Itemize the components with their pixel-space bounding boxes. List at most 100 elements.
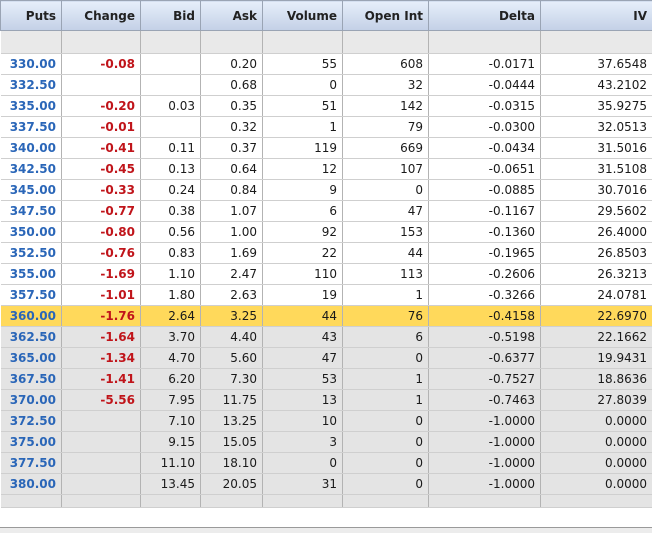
cell-ask: 1.07 <box>200 200 263 222</box>
table-row[interactable]: 355.00 -1.69 1.10 2.47 110 113 -0.2606 26.3213 <box>0 263 652 285</box>
table-row[interactable]: 352.50 -0.76 0.83 1.69 22 44 -0.1965 26.8503 <box>0 242 652 264</box>
cell-iv: 26.3213 <box>540 263 652 285</box>
horizontal-scrollbar[interactable] <box>0 527 652 533</box>
cell-change <box>61 473 141 495</box>
cell-delta: -0.5198 <box>428 326 541 348</box>
cell-delta: -0.0444 <box>428 74 541 96</box>
blank-row <box>0 30 652 54</box>
cell-open-int: 1 <box>342 389 429 411</box>
cell-delta: -0.0651 <box>428 158 541 180</box>
table-row[interactable]: 365.00 -1.34 4.70 5.60 47 0 -0.6377 19.9431 <box>0 347 652 369</box>
table-row[interactable]: 350.00 -0.80 0.56 1.00 92 153 -0.1360 26.4000 <box>0 221 652 243</box>
cell-bid: 4.70 <box>140 347 201 369</box>
cell-open-int: 1 <box>342 284 429 306</box>
table-row[interactable]: 357.50 -1.01 1.80 2.63 19 1 -0.3266 24.0781 <box>0 284 652 306</box>
cell-bid <box>140 74 201 96</box>
cell-delta: -0.1360 <box>428 221 541 243</box>
cell-ask: 0.68 <box>200 74 263 96</box>
puts-table: Puts Change Bid Ask Volume Open Int Delt… <box>0 0 652 508</box>
cell-bid: 6.20 <box>140 368 201 390</box>
column-header-ask[interactable]: Ask <box>200 0 263 31</box>
table-row[interactable]: 345.00 -0.33 0.24 0.84 9 0 -0.0885 30.7016 <box>0 179 652 201</box>
cell-delta: -0.3266 <box>428 284 541 306</box>
cell-bid: 9.15 <box>140 431 201 453</box>
table-row[interactable]: 367.50 -1.41 6.20 7.30 53 1 -0.7527 18.8636 <box>0 368 652 390</box>
cell-iv: 26.4000 <box>540 221 652 243</box>
cell-ask: 0.32 <box>200 116 263 138</box>
cell-volume: 10 <box>262 410 343 432</box>
cell-volume: 43 <box>262 326 343 348</box>
cell-change: -0.45 <box>61 158 141 180</box>
cell-delta: -0.6377 <box>428 347 541 369</box>
cell-strike: 375.00 <box>0 431 62 453</box>
cell-open-int: 107 <box>342 158 429 180</box>
table-row[interactable]: 337.50 -0.01 0.32 1 79 -0.0300 32.0513 <box>0 116 652 138</box>
table-row[interactable]: 372.50 7.10 13.25 10 0 -1.0000 0.0000 <box>0 410 652 432</box>
table-row[interactable]: 377.50 11.10 18.10 0 0 -1.0000 0.0000 <box>0 452 652 474</box>
cell-bid: 2.64 <box>140 305 201 327</box>
cell-open-int: 44 <box>342 242 429 264</box>
cell-volume: 19 <box>262 284 343 306</box>
cell-iv: 30.7016 <box>540 179 652 201</box>
cell-strike: 335.00 <box>0 95 62 117</box>
cell-open-int: 0 <box>342 347 429 369</box>
option-chain-grid: Puts Change Bid Ask Volume Open Int Delt… <box>0 0 652 533</box>
table-row[interactable]: 380.00 13.45 20.05 31 0 -1.0000 0.0000 <box>0 473 652 495</box>
table-row[interactable]: 330.00 -0.08 0.20 55 608 -0.0171 37.6548 <box>0 53 652 75</box>
cell-bid: 0.03 <box>140 95 201 117</box>
cell-delta: -1.0000 <box>428 473 541 495</box>
cell-iv: 24.0781 <box>540 284 652 306</box>
cell-bid: 3.70 <box>140 326 201 348</box>
column-header-open-int[interactable]: Open Int <box>342 0 429 31</box>
cell-bid <box>140 53 201 75</box>
cell-strike: 340.00 <box>0 137 62 159</box>
cell-change: -0.08 <box>61 53 141 75</box>
cell-volume: 47 <box>262 347 343 369</box>
table-row[interactable]: 340.00 -0.41 0.11 0.37 119 669 -0.0434 31.5016 <box>0 137 652 159</box>
table-row[interactable]: 347.50 -0.77 0.38 1.07 6 47 -0.1167 29.5602 <box>0 200 652 222</box>
cell-iv: 0.0000 <box>540 431 652 453</box>
cell-ask: 5.60 <box>200 347 263 369</box>
cell-change: -1.76 <box>61 305 141 327</box>
table-row[interactable]: 335.00 -0.20 0.03 0.35 51 142 -0.0315 35.9275 <box>0 95 652 117</box>
header-row: Puts Change Bid Ask Volume Open Int Delt… <box>0 0 652 31</box>
cell-change <box>61 74 141 96</box>
column-header-puts[interactable]: Puts <box>0 0 62 31</box>
cell-volume: 53 <box>262 368 343 390</box>
table-row-partial <box>0 494 652 508</box>
cell-volume: 13 <box>262 389 343 411</box>
cell-delta: -0.2606 <box>428 263 541 285</box>
column-header-delta[interactable]: Delta <box>428 0 541 31</box>
cell-bid: 7.10 <box>140 410 201 432</box>
cell-change: -1.01 <box>61 284 141 306</box>
table-row[interactable]: 342.50 -0.45 0.13 0.64 12 107 -0.0651 31.5108 <box>0 158 652 180</box>
cell-strike: 367.50 <box>0 368 62 390</box>
cell-strike: 347.50 <box>0 200 62 222</box>
cell-bid <box>140 116 201 138</box>
cell-open-int: 79 <box>342 116 429 138</box>
table-row[interactable]: 332.50 0.68 0 32 -0.0444 43.2102 <box>0 74 652 96</box>
cell-bid: 0.56 <box>140 221 201 243</box>
column-header-volume[interactable]: Volume <box>262 0 343 31</box>
cell-iv: 18.8636 <box>540 368 652 390</box>
table-row[interactable]: 370.00 -5.56 7.95 11.75 13 1 -0.7463 27.8039 <box>0 389 652 411</box>
column-header-change[interactable]: Change <box>61 0 141 31</box>
cell-ask: 1.69 <box>200 242 263 264</box>
table-row[interactable]: 362.50 -1.64 3.70 4.40 43 6 -0.5198 22.1662 <box>0 326 652 348</box>
table-row[interactable]: 375.00 9.15 15.05 3 0 -1.0000 0.0000 <box>0 431 652 453</box>
cell-change: -1.64 <box>61 326 141 348</box>
cell-open-int: 0 <box>342 473 429 495</box>
cell-volume: 1 <box>262 116 343 138</box>
cell-iv: 22.6970 <box>540 305 652 327</box>
column-header-iv[interactable]: IV <box>540 0 652 31</box>
table-row[interactable]: 360.00 -1.76 2.64 3.25 44 76 -0.4158 22.6970 <box>0 305 652 327</box>
cell-iv: 31.5016 <box>540 137 652 159</box>
cell-delta: -1.0000 <box>428 431 541 453</box>
cell-volume: 22 <box>262 242 343 264</box>
column-header-bid[interactable]: Bid <box>140 0 201 31</box>
cell-change: -1.34 <box>61 347 141 369</box>
cell-volume: 92 <box>262 221 343 243</box>
cell-change: -0.33 <box>61 179 141 201</box>
cell-volume: 44 <box>262 305 343 327</box>
cell-volume: 9 <box>262 179 343 201</box>
